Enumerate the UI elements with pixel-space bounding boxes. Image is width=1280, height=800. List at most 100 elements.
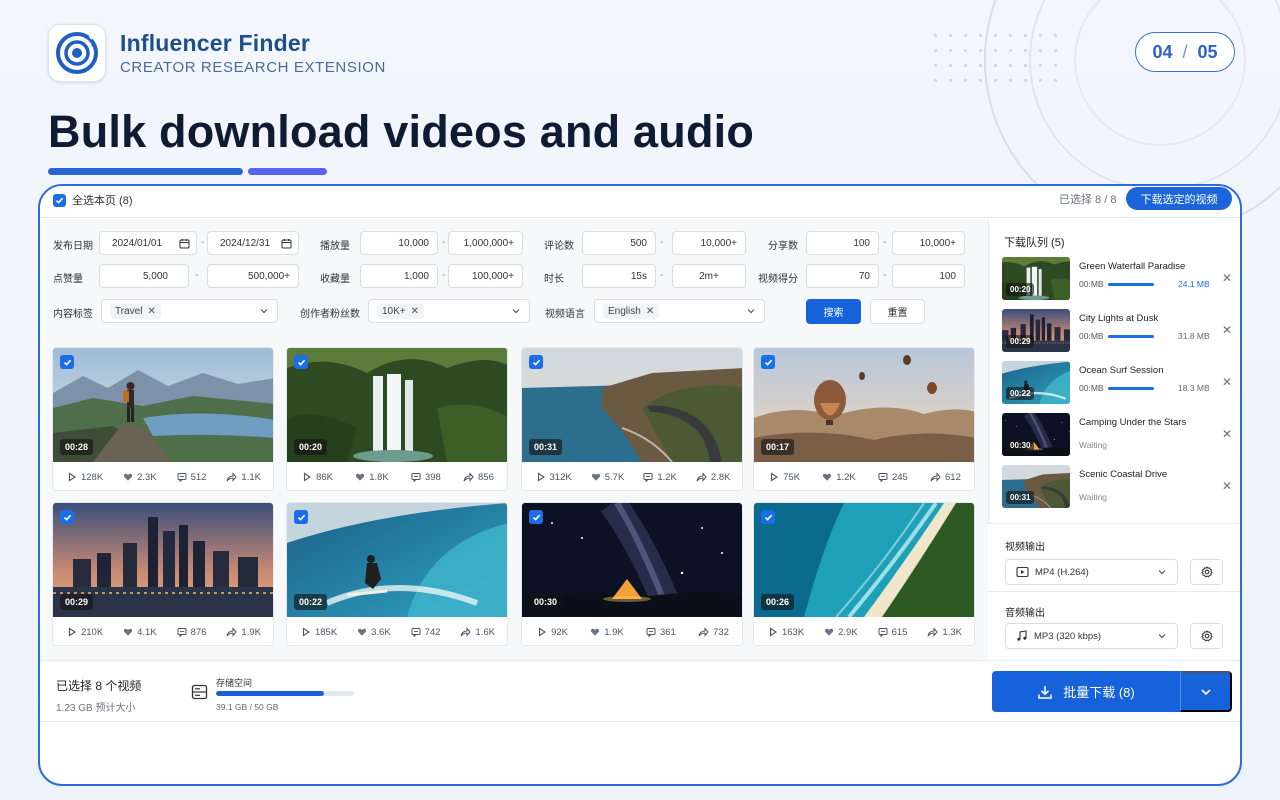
score-min-input[interactable]: 70 <box>806 264 879 288</box>
heart-icon <box>825 628 834 636</box>
video-card[interactable]: 00:30 92K 1.9K 361 732 <box>521 502 743 646</box>
video-thumbnail[interactable]: 00:20 <box>287 348 507 462</box>
duration-min-input[interactable]: 15s <box>582 264 656 288</box>
plays-count: 86K <box>316 471 333 483</box>
video-thumbnail[interactable]: 00:30 <box>522 503 742 617</box>
saves-min-input[interactable]: 1,000 <box>360 264 438 288</box>
video-select-checkbox[interactable] <box>529 355 543 369</box>
plays-count: 312K <box>549 471 572 483</box>
publish-date-to-input[interactable]: 2024/12/31 <box>207 231 299 255</box>
remove-tag-icon[interactable]: ✕ <box>411 306 419 317</box>
select-all-checkbox[interactable]: 全选本页 (8) <box>53 192 133 208</box>
video-thumbnail[interactable]: 00:26 <box>754 503 974 617</box>
likes-max-input[interactable]: 500,000+ <box>207 264 299 288</box>
page-title: Bulk download videos and audio <box>48 106 755 157</box>
comments-count: 876 <box>190 626 207 638</box>
brand-name: Influencer Finder <box>120 30 310 56</box>
shares-stat: 612 <box>930 472 961 483</box>
audio-output-section: 音频输出 MP3 (320 kbps) <box>988 591 1240 660</box>
video-thumbnail[interactable]: 00:17 <box>754 348 974 462</box>
page-current: 04 <box>1152 41 1173 62</box>
comments-stat: 615 <box>878 627 907 638</box>
video-stats: 128K 2.3K 512 1.1K <box>53 462 273 490</box>
plays-min-input[interactable]: 10,000 <box>360 231 438 255</box>
search-button[interactable]: 搜索 <box>806 299 861 324</box>
video-card[interactable]: 00:22 185K 3.6K 742 1.6K <box>286 502 508 646</box>
play-icon <box>304 472 312 482</box>
video-format-value: MP4 (H.264) <box>1035 566 1089 578</box>
remove-tag-icon[interactable]: ✕ <box>147 306 155 317</box>
comment-icon <box>411 473 421 482</box>
queue-item: 00:22 Ocean Surf Session 00:MB 18.3 MB ✕ <box>1002 361 1234 407</box>
queue-status: Waiting <box>1079 492 1108 502</box>
filter-dash: - <box>442 237 446 248</box>
remove-queue-item-icon[interactable]: ✕ <box>1222 479 1232 493</box>
video-select-checkbox[interactable] <box>60 355 74 369</box>
video-select-checkbox[interactable] <box>60 510 74 524</box>
queue-duration: 00:29 <box>1006 335 1035 348</box>
hard-drive-icon <box>191 684 208 700</box>
download-selected-button[interactable]: 下载选定的视频 <box>1126 187 1232 210</box>
queue-file-size: 24.1 MB <box>1178 279 1210 289</box>
video-select-checkbox[interactable] <box>294 510 308 524</box>
video-card[interactable]: 00:29 210K 4.1K 876 1.9K <box>52 502 274 646</box>
bulk-download-options-button[interactable] <box>1180 671 1232 712</box>
video-card[interactable]: 00:28 128K 2.3K 512 1.1K <box>52 347 274 491</box>
shares-stat: 1.6K <box>460 627 495 638</box>
plays-count: 75K <box>783 471 800 483</box>
video-select-checkbox[interactable] <box>529 510 543 524</box>
remove-queue-item-icon[interactable]: ✕ <box>1222 323 1232 337</box>
selection-toolbar: 全选本页 (8) 已选择 8 / 8 下载选定的视频 <box>40 186 1240 218</box>
video-thumbnail[interactable]: 00:22 <box>287 503 507 617</box>
remove-queue-item-icon[interactable]: ✕ <box>1222 375 1232 389</box>
saves-max-input[interactable]: 100,000+ <box>448 264 523 288</box>
bulk-download-button[interactable]: 批量下载 (8) <box>992 671 1180 712</box>
comments-max-input[interactable]: 10,000+ <box>672 231 746 255</box>
video-select-checkbox[interactable] <box>761 510 775 524</box>
audio-settings-button[interactable] <box>1190 623 1223 649</box>
plays-max-input[interactable]: 1,000,000+ <box>448 231 523 255</box>
video-settings-button[interactable] <box>1190 559 1223 585</box>
page-total: 05 <box>1197 41 1218 62</box>
publish-date-from-input[interactable]: 2024/01/01 <box>99 231 197 255</box>
followers-select[interactable]: 10K+ ✕ <box>368 299 530 323</box>
likes-stat: 5.7K <box>591 472 624 483</box>
video-file-icon <box>1016 566 1029 578</box>
content-tags-select[interactable]: Travel ✕ <box>101 299 278 323</box>
estimated-size: 1.23 GB 预计大小 <box>56 703 136 714</box>
video-card[interactable]: 00:26 163K 2.9K 615 1.3K <box>753 502 975 646</box>
tag-chip: Travel ✕ <box>110 303 161 319</box>
video-card[interactable]: 00:20 86K 1.8K 398 856 <box>286 347 508 491</box>
share-icon <box>463 472 474 482</box>
select-all-label: 全选本页 (8) <box>72 195 133 207</box>
video-thumbnail[interactable]: 00:31 <box>522 348 742 462</box>
comments-stat: 361 <box>646 627 676 638</box>
video-thumbnail[interactable]: 00:28 <box>53 348 273 462</box>
score-max-input[interactable]: 100 <box>892 264 965 288</box>
comment-icon <box>411 628 421 637</box>
video-select-checkbox[interactable] <box>761 355 775 369</box>
remove-queue-item-icon[interactable]: ✕ <box>1222 427 1232 441</box>
filter-dash: - <box>201 237 205 248</box>
storage-label: 存储空间 <box>216 678 253 688</box>
video-select-checkbox[interactable] <box>294 355 308 369</box>
video-stats: 312K 5.7K 1.2K 2.8K <box>522 462 742 490</box>
duration-max-input[interactable]: 2m+ <box>672 264 746 288</box>
video-card[interactable]: 00:17 75K 1.2K 245 612 <box>753 347 975 491</box>
video-format-select[interactable]: MP4 (H.264) <box>1005 559 1178 585</box>
reset-button[interactable]: 重置 <box>870 299 925 324</box>
remove-queue-item-icon[interactable]: ✕ <box>1222 271 1232 285</box>
video-card[interactable]: 00:31 312K 5.7K 1.2K 2.8K <box>521 347 743 491</box>
audio-format-select[interactable]: MP3 (320 kbps) <box>1005 623 1178 649</box>
comments-min-input[interactable]: 500 <box>582 231 656 255</box>
filter-row-3: 内容标签 Travel ✕ 创作者粉丝数 10K+ ✕ 视频语言 English ✕ … <box>40 299 988 324</box>
shares-min-input[interactable]: 100 <box>806 231 879 255</box>
language-select[interactable]: English ✕ <box>594 299 765 323</box>
likes-min-input[interactable]: 5,000 <box>99 264 189 288</box>
remove-tag-icon[interactable]: ✕ <box>646 306 654 317</box>
video-thumbnail[interactable]: 00:29 <box>53 503 273 617</box>
calendar-icon <box>179 238 190 248</box>
queue-status: Waiting <box>1079 440 1108 450</box>
shares-max-input[interactable]: 10,000+ <box>892 231 965 255</box>
filter-row-1: 发布日期 2024/01/01 - 2024/12/31 播放量 10,000 … <box>40 231 988 255</box>
